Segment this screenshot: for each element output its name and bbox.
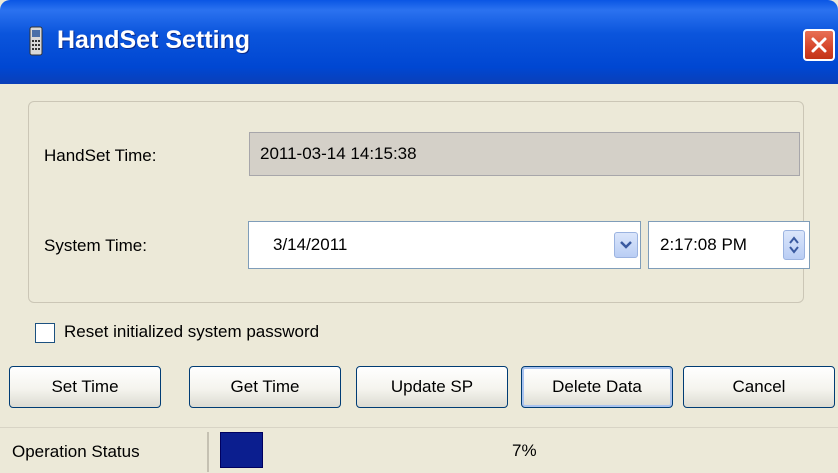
progress-fill (220, 432, 263, 468)
time-spinner[interactable] (783, 230, 805, 260)
delete-data-button[interactable]: Delete Data (521, 366, 673, 408)
cancel-button[interactable]: Cancel (683, 366, 835, 408)
handset-time-value: 2011-03-14 14:15:38 (260, 144, 417, 163)
system-time-label: System Time: (44, 236, 147, 255)
close-icon (811, 37, 827, 53)
status-divider (207, 432, 209, 472)
progress-percent: 7% (512, 441, 537, 460)
update-sp-button[interactable]: Update SP (356, 366, 508, 408)
system-date-value: 3/14/2011 (273, 235, 348, 254)
handset-time-label: HandSet Time: (44, 146, 157, 165)
system-time-value: 2:17:08 PM (660, 235, 747, 254)
window-title: HandSet Setting (57, 26, 251, 54)
set-time-button[interactable]: Set Time (9, 366, 161, 408)
reset-password-label: Reset initialized system password (64, 322, 320, 341)
system-time-picker[interactable]: 2:17:08 PM (648, 221, 810, 269)
reset-password-checkbox[interactable] (35, 323, 55, 343)
handset-icon (28, 26, 44, 56)
handset-setting-window: HandSet Setting HandSet Time: 2011-03-14… (0, 0, 838, 473)
title-bar[interactable]: HandSet Setting (0, 0, 838, 84)
operation-status-label: Operation Status (12, 442, 140, 461)
handset-time-field: 2011-03-14 14:15:38 (249, 132, 800, 176)
system-date-picker[interactable]: 3/14/2011 (248, 221, 641, 269)
spinner-arrows-icon (789, 236, 799, 254)
date-dropdown-button[interactable] (614, 232, 638, 258)
get-time-button[interactable]: Get Time (189, 366, 341, 408)
close-button[interactable] (803, 29, 835, 61)
chevron-down-icon (620, 241, 632, 249)
